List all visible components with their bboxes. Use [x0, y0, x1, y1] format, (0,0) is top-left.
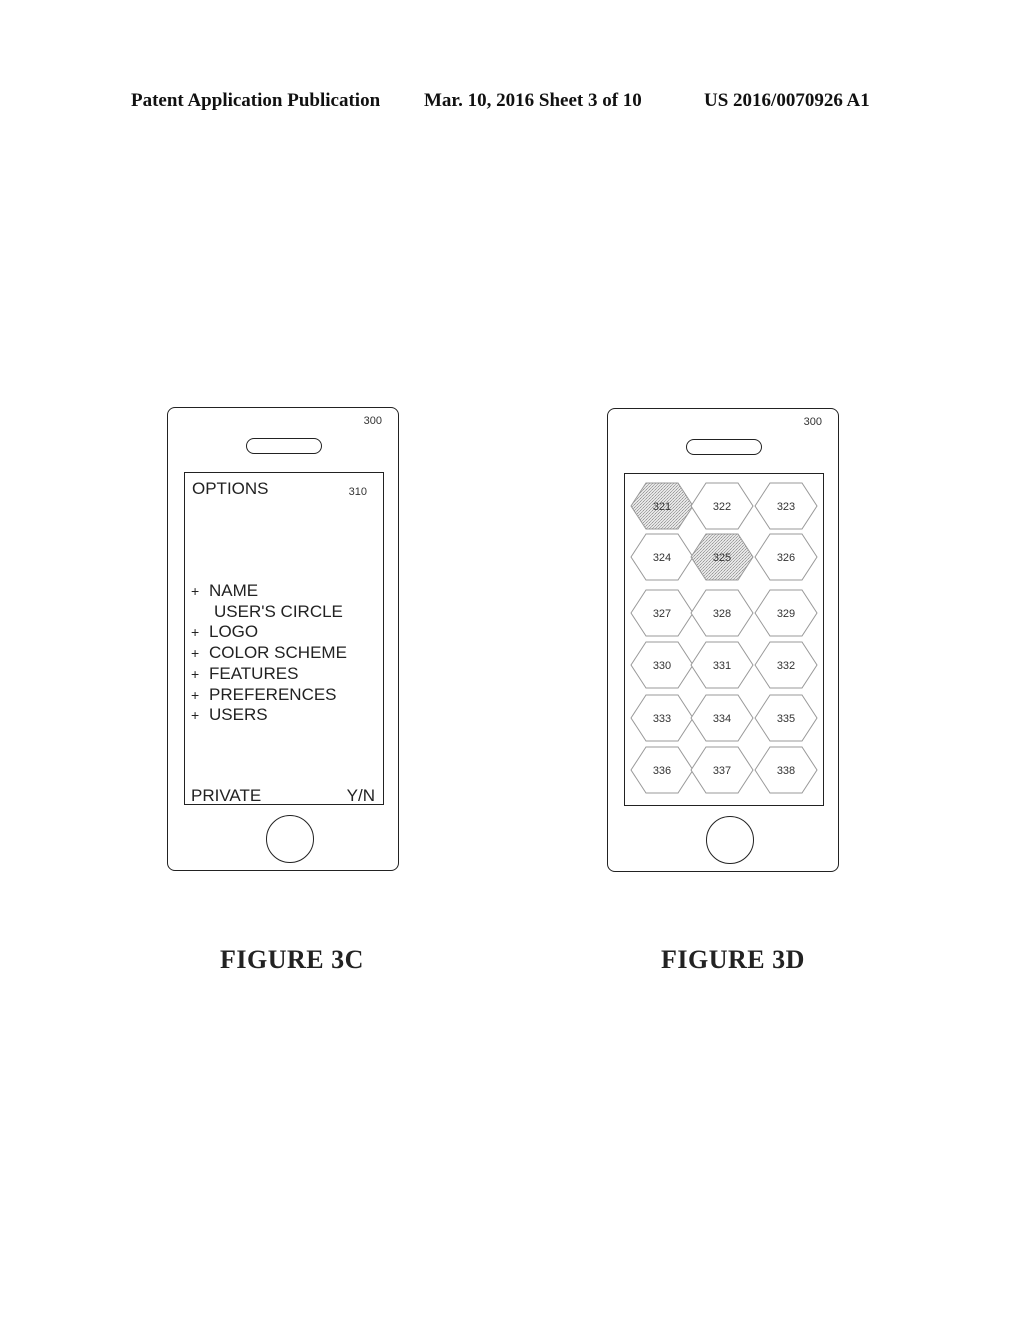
expand-plus-icon[interactable]: +: [191, 705, 209, 726]
expand-plus-icon[interactable]: +: [191, 622, 209, 643]
hexagon-tile-335[interactable]: 335: [754, 694, 818, 742]
option-value: USER'S CIRCLE: [214, 601, 343, 621]
hexagon-label: 325: [713, 552, 731, 564]
options-title: OPTIONS: [192, 479, 269, 498]
hexagon-label: 330: [653, 660, 671, 672]
expand-plus-icon[interactable]: +: [191, 643, 209, 664]
home-button[interactable]: [266, 815, 314, 863]
private-label: PRIVATE: [191, 786, 262, 805]
expand-plus-icon[interactable]: +: [191, 581, 209, 602]
page-header: Patent Application Publication Mar. 10, …: [0, 90, 1024, 112]
private-toggle[interactable]: Y/N: [347, 786, 375, 806]
option-label: FEATURES: [209, 663, 299, 683]
option-item-color-scheme[interactable]: + COLOR SCHEME: [191, 643, 347, 664]
hexagon-label: 324: [653, 552, 671, 564]
option-label: LOGO: [209, 622, 259, 642]
figure-caption-3d: FIGURE 3D: [661, 945, 805, 974]
hexagon-label: 329: [777, 608, 795, 620]
hexagon-label: 333: [653, 713, 671, 725]
hexagon-label: 335: [777, 713, 795, 725]
device-ref-number: 300: [363, 415, 382, 427]
option-item-features[interactable]: + FEATURES: [191, 664, 347, 685]
hexagon-tile-321[interactable]: 321: [630, 482, 694, 530]
option-item-preferences[interactable]: + PREFERENCES: [191, 685, 347, 706]
phone-figure-3c: 300 OPTIONS 310 + NAME USER'S CIRCLE + LOG…: [167, 407, 399, 871]
screen-ref-number: 310: [348, 486, 367, 498]
hexagon-tile-322[interactable]: 322: [690, 482, 754, 530]
hexagon-tile-337[interactable]: 337: [690, 746, 754, 794]
hexagon-tile-338[interactable]: 338: [754, 746, 818, 794]
hexagon-tile-333[interactable]: 333: [630, 694, 694, 742]
device-ref-number: 300: [803, 416, 822, 428]
hexagon-label: 337: [713, 765, 731, 777]
hexagon-tile-331[interactable]: 331: [690, 641, 754, 689]
hexagon-tile-328[interactable]: 328: [690, 589, 754, 637]
hexagon-label: 321: [653, 501, 671, 513]
option-item-users-circle[interactable]: USER'S CIRCLE: [191, 602, 347, 623]
hexagon-label: 322: [713, 501, 731, 513]
options-list: + NAME USER'S CIRCLE + LOGO + COLOR SCHEME …: [191, 581, 347, 726]
phone-figure-3d: 300 321 322 323 324 325 326 327 328 329 330 331 332…: [607, 408, 839, 872]
hexagon-tile-323[interactable]: 323: [754, 482, 818, 530]
speaker-slot: [246, 438, 322, 454]
patent-number: US 2016/0070926 A1: [704, 90, 870, 111]
date-sheet-label: Mar. 10, 2016 Sheet 3 of 10: [424, 90, 642, 111]
hexagon-tile-332[interactable]: 332: [754, 641, 818, 689]
hexagon-tile-334[interactable]: 334: [690, 694, 754, 742]
hexagon-label: 334: [713, 713, 731, 725]
hexagon-label: 328: [713, 608, 731, 620]
hexagon-label: 323: [777, 501, 795, 513]
option-item-users[interactable]: + USERS: [191, 705, 347, 726]
hexagon-tile-326[interactable]: 326: [754, 533, 818, 581]
hexagon-screen: 321 322 323 324 325 326 327 328 329 330 331 332 333 3…: [624, 473, 824, 806]
option-label: NAME: [209, 581, 259, 600]
option-label: COLOR SCHEME: [209, 643, 347, 663]
options-screen: OPTIONS 310 + NAME USER'S CIRCLE + LOGO + C…: [184, 472, 384, 805]
option-label: USERS: [209, 705, 268, 725]
figure-caption-3c: FIGURE 3C: [220, 945, 364, 974]
hexagon-tile-325[interactable]: 325: [690, 533, 754, 581]
speaker-slot: [686, 439, 762, 455]
hexagon-label: 338: [777, 765, 795, 777]
publication-label: Patent Application Publication: [131, 90, 381, 111]
option-label: PREFERENCES: [209, 684, 337, 704]
hexagon-label: 336: [653, 765, 671, 777]
option-item-logo[interactable]: + LOGO: [191, 622, 347, 643]
expand-plus-icon[interactable]: +: [191, 685, 209, 706]
hexagon-tile-327[interactable]: 327: [630, 589, 694, 637]
hexagon-tile-330[interactable]: 330: [630, 641, 694, 689]
hexagon-label: 331: [713, 660, 731, 672]
hexagon-tile-329[interactable]: 329: [754, 589, 818, 637]
hexagon-grid: 321 322 323 324 325 326 327 328 329 330 331 332 333 3…: [630, 482, 818, 794]
hexagon-label: 326: [777, 552, 795, 564]
hexagon-tile-324[interactable]: 324: [630, 533, 694, 581]
hexagon-label: 327: [653, 608, 671, 620]
hexagon-tile-336[interactable]: 336: [630, 746, 694, 794]
home-button[interactable]: [706, 816, 754, 864]
expand-plus-icon[interactable]: +: [191, 664, 209, 685]
option-item-name[interactable]: + NAME: [191, 581, 347, 602]
hexagon-label: 332: [777, 660, 795, 672]
